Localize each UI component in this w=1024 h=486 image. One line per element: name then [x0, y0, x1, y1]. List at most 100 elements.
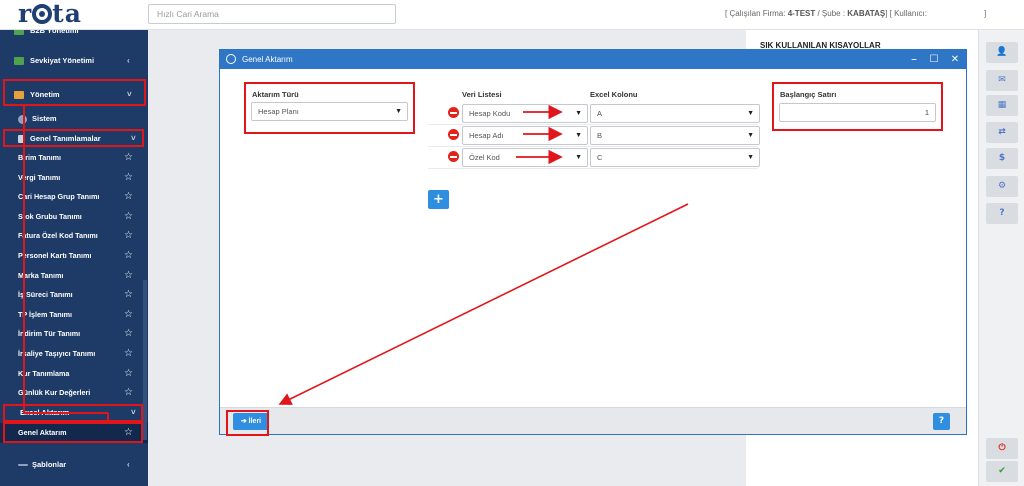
check-icon: ✔ — [998, 466, 1006, 476]
sidebar-sub-item[interactable]: Stok Grubu Tanımı ☆ — [0, 207, 148, 227]
caret-down-icon: ▼ — [395, 108, 402, 115]
cogs-button[interactable]: ⚙ — [986, 176, 1018, 197]
row-divider — [428, 168, 758, 169]
star-icon[interactable]: ☆ — [124, 364, 133, 384]
next-button[interactable]: ➔ İleri — [233, 413, 269, 430]
close-button[interactable]: ✕ — [947, 50, 963, 69]
star-icon[interactable]: ☆ — [124, 187, 133, 207]
chevron-down-icon: ˅ — [127, 90, 132, 99]
mail-icon: ✉ — [998, 75, 1006, 85]
sidebar-sub-item[interactable]: Cari Hesap Grup Tanımı ☆ — [0, 187, 148, 207]
star-icon[interactable]: ☆ — [124, 207, 133, 227]
sidebar-sub-item[interactable]: TP İşlem Tanımı ☆ — [0, 305, 148, 325]
caret-down-icon: ▼ — [747, 154, 754, 161]
sidebar-scrollbar[interactable] — [143, 280, 147, 440]
sidebar-sub-item[interactable]: Personel Kartı Tanımı ☆ — [0, 246, 148, 266]
caret-down-icon: ▼ — [747, 110, 754, 117]
user-icon: 👤 — [996, 47, 1008, 57]
calendar-button[interactable]: ▦ — [986, 95, 1018, 116]
helm-wheel-icon — [32, 4, 53, 24]
chevron-down-icon: ˅ — [131, 134, 136, 143]
firm-info: [ Çalışılan Firma: 4-TEST / Şube : KABAT… — [725, 9, 927, 18]
help-icon: ? — [999, 208, 1005, 218]
chevron-left-icon: ‹ — [127, 56, 130, 65]
star-icon[interactable]: ☆ — [124, 324, 133, 344]
row-divider — [428, 146, 758, 147]
help-button[interactable]: ? — [986, 203, 1018, 224]
remove-row-icon[interactable] — [448, 107, 459, 118]
transfer-button[interactable]: ⇄ — [986, 122, 1018, 143]
confirm-button[interactable]: ✔ — [986, 461, 1018, 482]
sidebar-item-yonetim[interactable]: Yönetim ˅ — [0, 85, 148, 105]
add-row-button[interactable]: + — [428, 190, 449, 209]
sidebar-item-excel-aktarim[interactable]: Excel Aktarım ˅ — [0, 403, 148, 423]
truck-icon — [14, 57, 24, 65]
caret-down-icon: ▼ — [575, 110, 582, 117]
dollar-button[interactable]: $ — [986, 148, 1018, 169]
dollar-icon: $ — [998, 153, 1006, 163]
star-icon[interactable]: ☆ — [124, 383, 133, 403]
chevron-down-icon: ˅ — [131, 408, 136, 417]
remove-row-icon[interactable] — [448, 129, 459, 140]
sidebar-item-sevkiyat[interactable]: Sevkiyat Yönetimi ‹ — [0, 51, 148, 71]
settings-circle-icon — [226, 54, 236, 64]
caret-down-icon: ▼ — [575, 154, 582, 161]
aktarim-turu-select[interactable]: Hesap Planı ▼ — [251, 102, 408, 121]
sidebar-sub-item[interactable]: İş Süreci Tanımı ☆ — [0, 285, 148, 305]
star-icon[interactable]: ☆ — [124, 148, 133, 168]
star-icon[interactable]: ☆ — [124, 168, 133, 188]
sidebar-sub-item[interactable]: Günlük Kur Değerleri ☆ — [0, 383, 148, 403]
sidebar-item-genel-aktarim[interactable]: Genel Aktarım ☆ — [0, 423, 148, 443]
sidebar-sub-item[interactable]: Marka Tanımı ☆ — [0, 266, 148, 286]
maximize-button[interactable]: ☐ — [926, 50, 942, 69]
sidebar-item-b2b[interactable]: B2B Yönetimi — [0, 30, 148, 41]
excel-kolonu-select[interactable]: A ▼ — [590, 104, 760, 123]
caret-down-icon: ▼ — [747, 132, 754, 139]
chevron-left-icon: ‹ — [127, 460, 130, 469]
sidebar-item-sistem[interactable]: Sistem — [0, 109, 148, 129]
calendar-icon: ▦ — [997, 100, 1007, 110]
star-icon[interactable]: ☆ — [124, 344, 133, 364]
veri-listesi-select[interactable]: Özel Kod ▼ — [462, 148, 588, 167]
sidebar-item-sablonlar[interactable]: Şablonlar ‹ — [0, 455, 148, 475]
top-bar: rta [ Çalışılan Firma: 4-TEST / Şube : K… — [0, 0, 1024, 30]
transfer-icon: ⇄ — [998, 127, 1006, 137]
sidebar-sub-item[interactable]: Fatura Özel Kod Tanımı ☆ — [0, 226, 148, 246]
help-button[interactable]: ? — [933, 413, 950, 430]
star-icon[interactable]: ☆ — [124, 423, 133, 443]
cogs-icon: ⚙ — [997, 181, 1007, 191]
sidebar-sub-item[interactable]: Kur Tanımlama ☆ — [0, 364, 148, 384]
sidebar-item-genel-tanimlamalar[interactable]: Genel Tanımlamalar ˅ — [0, 129, 148, 149]
user-button[interactable]: 👤 — [986, 42, 1018, 63]
excel-kolonu-select[interactable]: B ▼ — [590, 126, 760, 145]
sidebar-sub-item[interactable]: İrsaliye Taşıyıcı Tanımı ☆ — [0, 344, 148, 364]
veri-listesi-select[interactable]: Hesap Adı ▼ — [462, 126, 588, 145]
baslangic-satiri-input[interactable]: 1 — [779, 103, 936, 122]
logo[interactable]: r ta — [18, 1, 128, 27]
baslangic-satiri-label: Başlangıç Satırı — [780, 90, 837, 99]
row-divider — [428, 124, 758, 125]
star-icon[interactable]: ☆ — [124, 226, 133, 246]
sidebar-sub-item[interactable]: İndirim Tür Tanımı ☆ — [0, 324, 148, 344]
star-icon[interactable]: ☆ — [124, 246, 133, 266]
template-icon — [18, 464, 28, 466]
users-icon — [14, 91, 24, 99]
user-info-end: ] — [984, 9, 987, 18]
document-icon — [18, 135, 25, 143]
sidebar-sub-item[interactable]: Vergi Tanımı ☆ — [0, 168, 148, 188]
excel-kolonu-select[interactable]: C ▼ — [590, 148, 760, 167]
star-icon[interactable]: ☆ — [124, 285, 133, 305]
power-icon: ⏻ — [998, 443, 1006, 453]
power-button[interactable]: ⏻ — [986, 438, 1018, 459]
star-icon[interactable]: ☆ — [124, 266, 133, 286]
gear-icon — [18, 115, 27, 124]
aktarim-turu-label: Aktarım Türü — [252, 90, 299, 99]
veri-listesi-select[interactable]: Hesap Kodu ▼ — [462, 104, 588, 123]
minimize-button[interactable]: – — [906, 50, 922, 69]
sidebar-sub-item[interactable]: Birim Tanımı ☆ — [0, 148, 148, 168]
search-input[interactable] — [148, 4, 396, 24]
star-icon[interactable]: ☆ — [124, 305, 133, 325]
mail-button[interactable]: ✉ — [986, 70, 1018, 91]
b2b-icon — [14, 30, 24, 35]
remove-row-icon[interactable] — [448, 151, 459, 162]
